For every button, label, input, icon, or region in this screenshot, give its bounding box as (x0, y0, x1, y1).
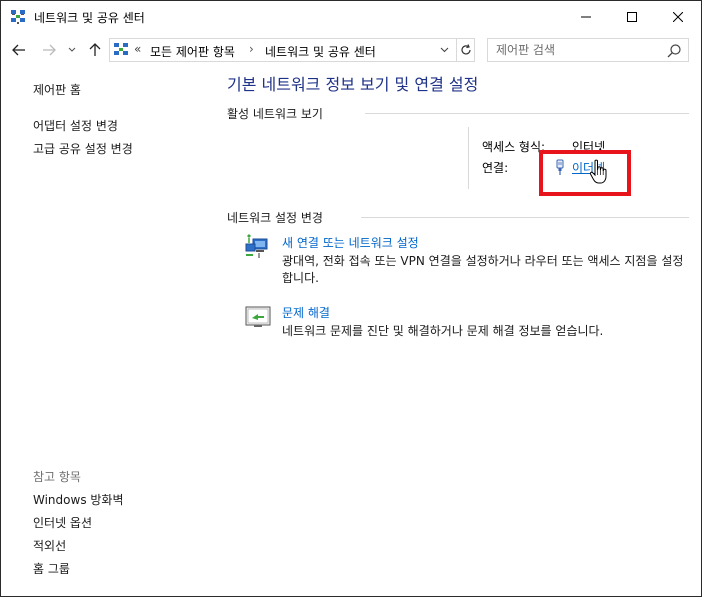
search-box[interactable] (487, 38, 689, 62)
control-panel-home-link[interactable]: 제어판 홈 (33, 81, 81, 98)
title-bar: 네트워크 및 공유 센터 (1, 1, 701, 33)
up-button[interactable] (85, 39, 105, 61)
active-networks-heading: 활성 네트워크 보기 (227, 107, 323, 121)
close-icon (673, 12, 683, 22)
minimize-button[interactable] (563, 1, 609, 33)
change-network-settings-heading: 네트워크 설정 변경 (227, 211, 323, 225)
vertical-divider (468, 127, 469, 189)
maximize-button[interactable] (609, 1, 655, 33)
section-divider (361, 217, 689, 218)
refresh-icon (460, 44, 471, 55)
advanced-sharing-settings-link[interactable]: 고급 공유 설정 변경 (33, 140, 133, 157)
search-input[interactable] (496, 42, 656, 58)
chevron-down-icon (440, 47, 448, 53)
breadcrumb-all-control-panel[interactable]: 모든 제어판 항목 (150, 43, 235, 60)
breadcrumb-network-center[interactable]: 네트워크 및 공유 센터 (265, 43, 376, 60)
windows-firewall-link[interactable]: Windows 방화벽 (33, 491, 124, 508)
troubleshoot-icon (245, 306, 271, 327)
navigation-bar: « 모든 제어판 항목 › 네트워크 및 공유 센터 (1, 35, 701, 65)
access-type-label: 액세스 형식: (482, 140, 546, 154)
network-center-icon (11, 10, 25, 24)
forward-button[interactable] (39, 39, 59, 61)
see-also-heading: 참고 항목 (33, 470, 81, 484)
address-overflow[interactable]: « (134, 42, 141, 56)
new-connection-description: 광대역, 전화 접속 또는 VPN 연결을 설정하거나 라우터 또는 액세스 지… (282, 254, 684, 285)
network-center-icon (114, 43, 128, 55)
homegroup-link[interactable]: 홈 그룹 (33, 560, 70, 577)
maximize-icon (627, 12, 637, 22)
troubleshoot-description: 네트워크 문제를 진단 및 해결하거나 문제 해결 정보를 얻습니다. (282, 324, 604, 338)
change-adapter-settings-link[interactable]: 어댑터 설정 변경 (33, 117, 118, 134)
arrow-right-icon (43, 44, 56, 56)
chevron-down-icon (68, 47, 76, 52)
page-title: 기본 네트워크 정보 보기 및 연결 설정 (227, 75, 479, 94)
window-title: 네트워크 및 공유 센터 (34, 11, 145, 25)
recent-locations-button[interactable] (65, 39, 79, 61)
troubleshoot-link[interactable]: 문제 해결 (282, 304, 330, 321)
address-bar[interactable]: « 모든 제어판 항목 › 네트워크 및 공유 센터 (109, 38, 475, 62)
new-connection-icon (245, 234, 268, 258)
highlight-box (539, 150, 631, 196)
arrow-up-icon (89, 43, 101, 56)
refresh-button[interactable] (456, 39, 474, 61)
window: 네트워크 및 공유 센터 « 모든 제어판 항목 › 네트워크 및 공유 센터 … (0, 0, 702, 597)
close-button[interactable] (655, 1, 701, 33)
new-connection-link[interactable]: 새 연결 또는 네트워크 설정 (282, 234, 419, 251)
hand-cursor-icon (589, 159, 607, 184)
internet-options-link[interactable]: 인터넷 옵션 (33, 514, 92, 531)
arrow-left-icon (12, 44, 25, 56)
search-icon[interactable] (666, 43, 682, 59)
minimize-icon (581, 16, 591, 18)
breadcrumb-separator[interactable]: › (249, 42, 254, 56)
connection-label: 연결: (482, 161, 509, 175)
section-divider (365, 113, 689, 114)
infrared-link[interactable]: 적외선 (33, 537, 66, 554)
back-button[interactable] (9, 39, 29, 61)
address-dropdown-button[interactable] (436, 41, 452, 59)
